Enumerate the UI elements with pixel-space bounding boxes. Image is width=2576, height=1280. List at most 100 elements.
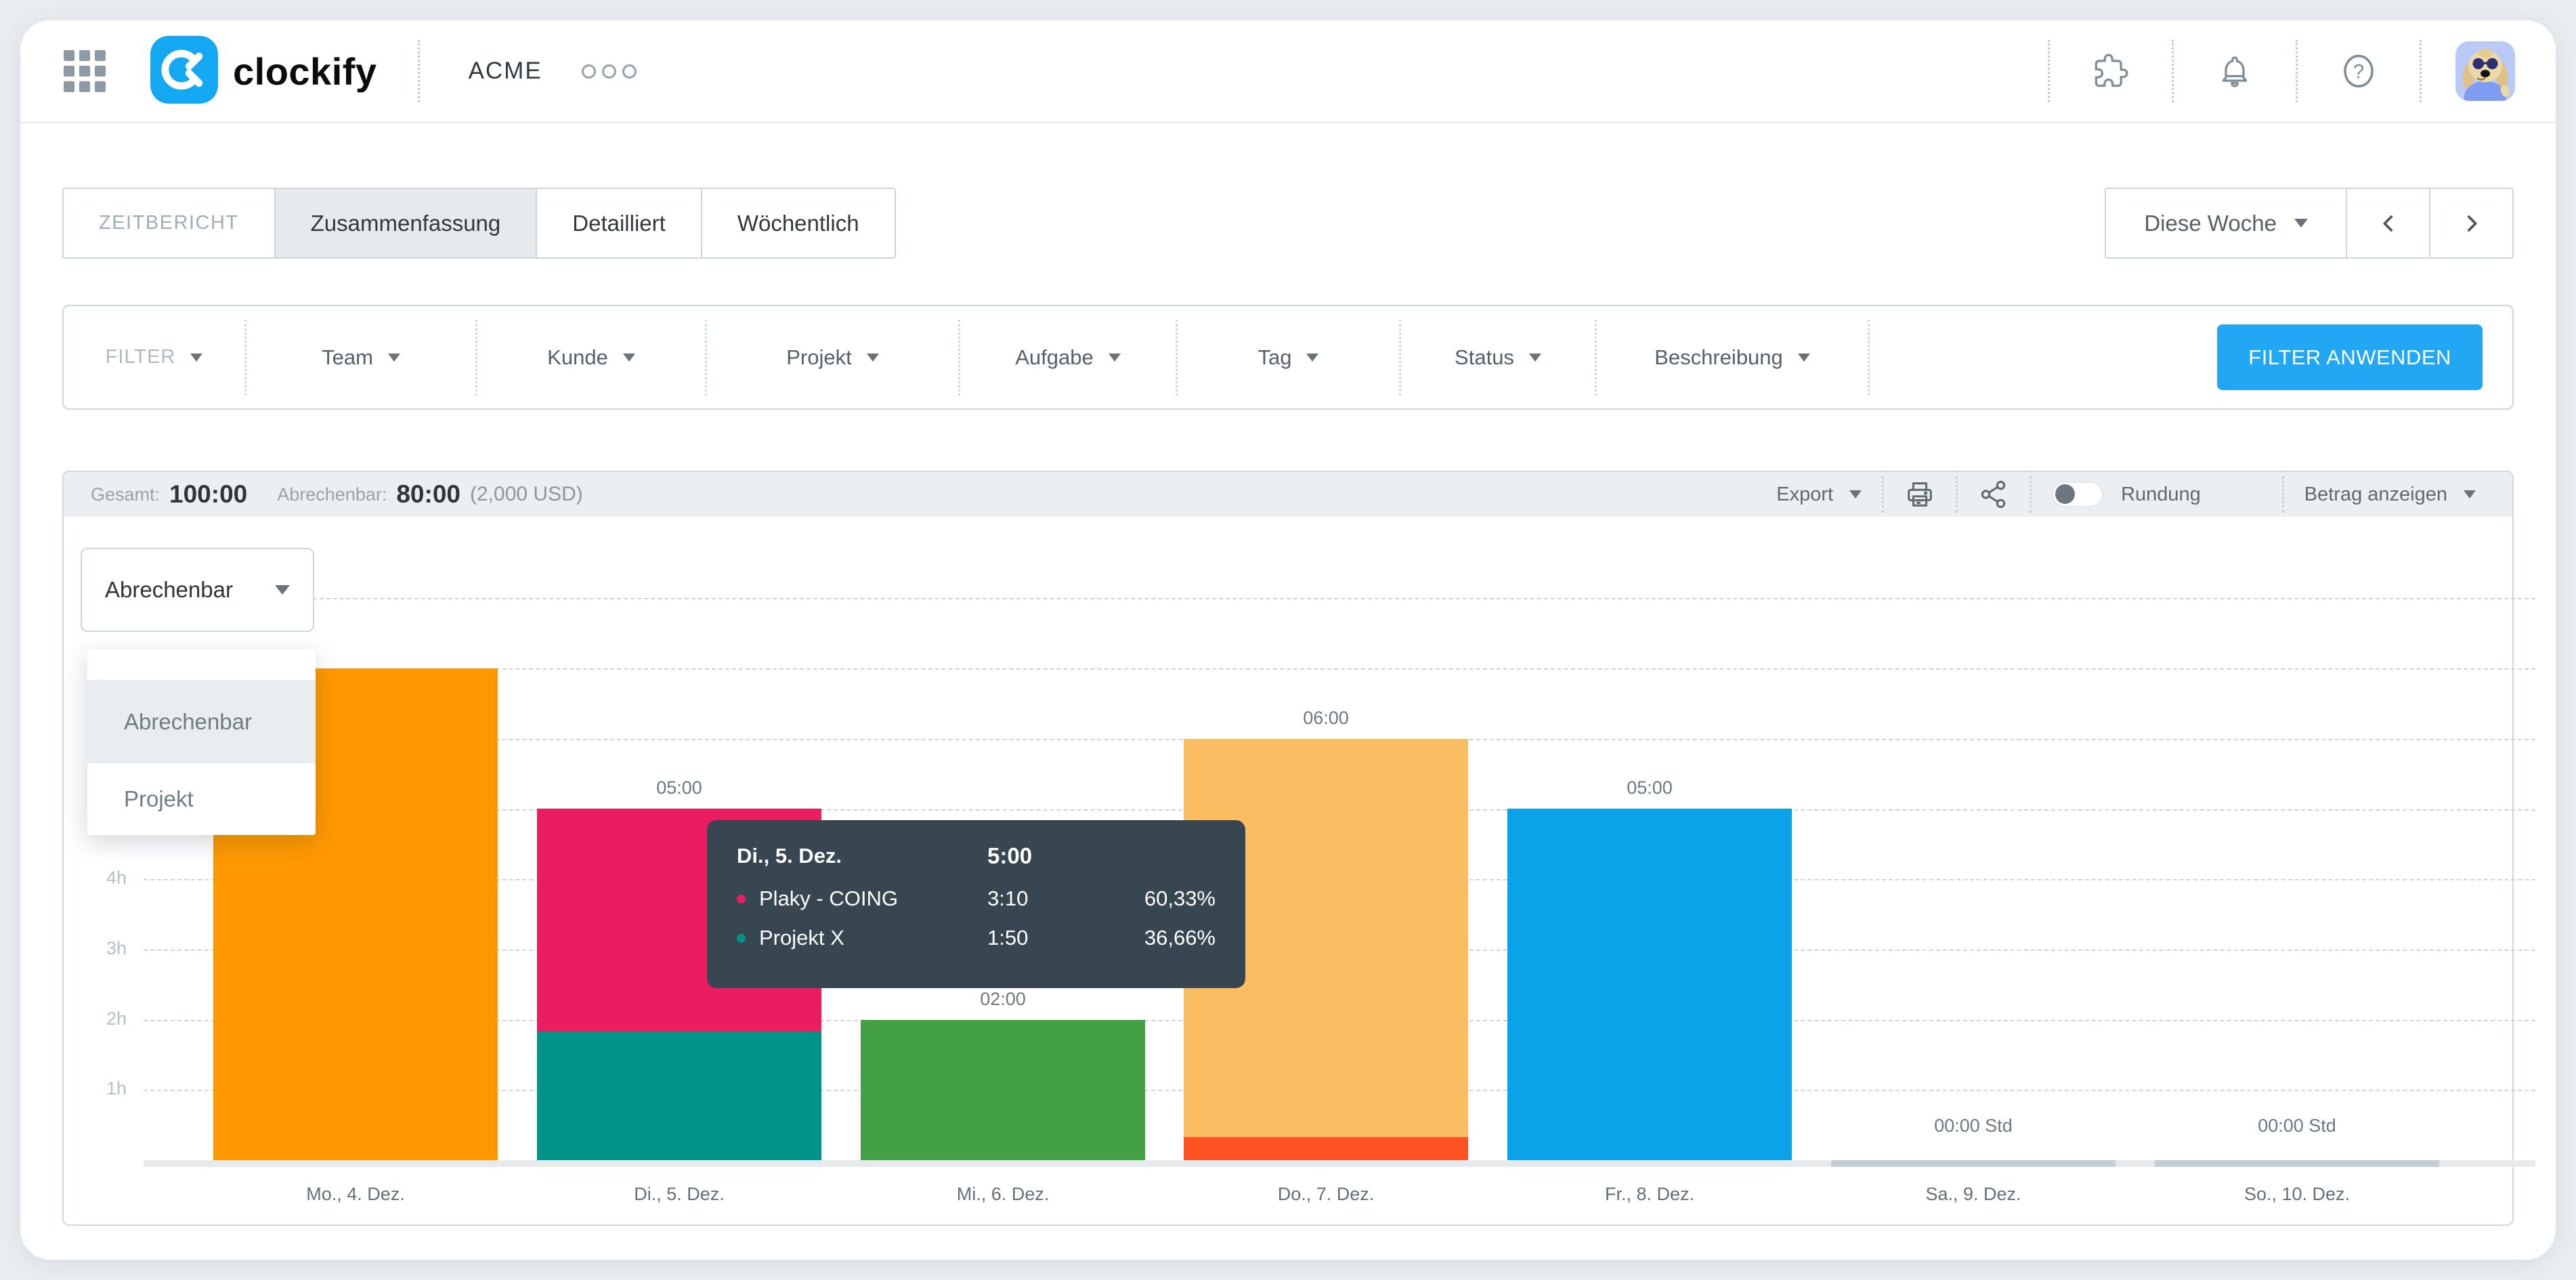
print-icon[interactable] <box>1904 479 1935 510</box>
bar-value-label: 06:00 <box>1251 708 1400 729</box>
toolbar-divider <box>1882 476 1884 513</box>
x-axis-label: Sa., 9. Dez. <box>1865 1184 2082 1205</box>
clockify-logo[interactable]: clockify <box>150 36 377 107</box>
notifications-bell-icon[interactable] <box>2174 54 2296 89</box>
clockify-logo-icon <box>150 36 218 107</box>
show-amount-select[interactable]: Betrag anzeigen <box>2304 484 2476 506</box>
report-tab-group: ZEITBERICHT Zusammenfassung Detailliert … <box>62 188 896 259</box>
bar-value-label: 02:00 <box>928 989 1077 1010</box>
chevron-down-icon <box>1529 354 1541 362</box>
bar-value-label: 00:00 Std <box>1899 1115 2048 1136</box>
tab-detailliert[interactable]: Detailliert <box>536 189 701 257</box>
toolbar-divider <box>2282 476 2284 513</box>
total-value: 100:00 <box>169 480 247 509</box>
zero-bar-marker <box>2155 1160 2439 1167</box>
x-axis-label: So., 10. Dez. <box>2189 1184 2405 1205</box>
bar-segment-Mi., 6. Dez.[interactable] <box>861 1020 1145 1160</box>
filter-status[interactable]: Status <box>1401 320 1597 396</box>
header-divider <box>418 40 420 102</box>
rounding-label: Rundung <box>2121 484 2201 506</box>
breakdown-option-abrechenbar[interactable]: Abrechenbar <box>87 680 316 763</box>
report-type-label: ZEITBERICHT <box>64 189 274 257</box>
chart-gridline <box>144 668 2535 670</box>
apply-filter-button[interactable]: FILTER ANWENDEN <box>2217 324 2483 390</box>
time-report-chart: Abrechenbar Abrechenbar Projekt Di., 5. … <box>64 517 2512 1207</box>
workspace-name[interactable]: ACME <box>469 58 542 85</box>
toolbar-divider <box>1956 476 1958 513</box>
tab-woechentlich[interactable]: Wöchentlich <box>701 189 895 257</box>
chevron-down-icon <box>867 354 879 362</box>
chevron-down-icon <box>2294 219 2308 228</box>
y-axis-label: 2h <box>64 1008 127 1029</box>
svg-text:?: ? <box>2353 61 2364 83</box>
series-dot <box>737 934 746 943</box>
summary-bar: Gesamt: 100:00 Abrechenbar: 80:00 (2,000… <box>64 472 2512 517</box>
bar-value-label: 05:00 <box>605 777 754 798</box>
y-axis-label: 1h <box>64 1078 127 1099</box>
top-bar: clockify ACME ? <box>20 20 2556 123</box>
bar-value-label: 05:00 <box>1575 777 1724 798</box>
toolbar-divider <box>2030 476 2032 513</box>
breakdown-menu: Abrechenbar Projekt <box>87 649 316 835</box>
x-axis-label: Mi., 6. Dez. <box>895 1184 1111 1205</box>
rounding-toggle[interactable]: Rundung <box>2052 482 2201 507</box>
chart-gridline <box>144 598 2535 599</box>
header-divider <box>2420 40 2422 102</box>
report-tabs-row: ZEITBERICHT Zusammenfassung Detailliert … <box>62 188 2514 259</box>
filter-aufgabe[interactable]: Aufgabe <box>960 320 1178 396</box>
tooltip-total: 5:00 <box>987 843 1123 869</box>
x-axis-label: Mo., 4. Dez. <box>247 1184 464 1205</box>
zero-bar-marker <box>1831 1160 2116 1167</box>
workspace-more-icon[interactable] <box>582 64 637 79</box>
x-axis-label: Fr., 8. Dez. <box>1541 1184 1758 1205</box>
total-label: Gesamt: <box>91 484 160 505</box>
filter-kunde[interactable]: Kunde <box>477 320 707 396</box>
chevron-down-icon <box>190 354 202 362</box>
breakdown-select[interactable]: Abrechenbar <box>81 548 314 632</box>
chevron-down-icon <box>388 354 400 362</box>
y-axis-label: 3h <box>64 938 127 959</box>
help-icon[interactable]: ? <box>2298 52 2420 90</box>
chevron-down-icon <box>1849 490 1862 498</box>
export-select[interactable]: Export <box>1776 484 1862 506</box>
filter-bar: FILTER Team Kunde Projekt Aufgabe Tag St… <box>62 305 2514 410</box>
period-select[interactable]: Diese Woche <box>2106 189 2346 257</box>
bar-value-label: 00:00 Std <box>2223 1115 2371 1136</box>
integrations-puzzle-icon[interactable] <box>2050 54 2172 89</box>
tooltip-date: Di., 5. Dez. <box>737 844 987 868</box>
tab-zusammenfassung[interactable]: Zusammenfassung <box>274 189 536 257</box>
tooltip-row-project: Plaky - COING <box>737 887 987 911</box>
chevron-down-icon <box>2464 490 2476 498</box>
tooltip-row-percent: 36,66% <box>1123 926 1216 950</box>
billable-value: 80:00 <box>396 480 460 509</box>
filter-projekt[interactable]: Projekt <box>707 320 960 396</box>
x-axis-label: Di., 5. Dez. <box>571 1184 788 1205</box>
chevron-down-icon <box>623 354 635 362</box>
period-prev-button[interactable] <box>2346 189 2429 257</box>
filter-team[interactable]: Team <box>246 320 477 396</box>
filter-beschreibung[interactable]: Beschreibung <box>1597 320 1870 396</box>
chevron-down-icon <box>275 585 290 595</box>
period-next-button[interactable] <box>2429 189 2512 257</box>
toggle-switch-off[interactable] <box>2052 482 2103 507</box>
share-icon[interactable] <box>1978 479 2009 510</box>
user-avatar[interactable] <box>2455 41 2515 101</box>
tooltip-row-time: 3:10 <box>987 887 1123 911</box>
apps-grid-icon[interactable] <box>64 50 106 92</box>
series-dot <box>737 895 746 903</box>
period-picker: Diese Woche <box>2105 188 2514 259</box>
filter-label[interactable]: FILTER <box>64 320 246 396</box>
y-axis-label: 4h <box>64 868 127 889</box>
bar-segment-Fr., 8. Dez.[interactable] <box>1507 809 1792 1160</box>
billable-amount: (2,000 USD) <box>470 483 583 506</box>
tooltip-row-time: 1:50 <box>987 926 1123 950</box>
clockify-wordmark: clockify <box>233 49 377 93</box>
bar-segment-Projekt X[interactable] <box>537 1031 821 1160</box>
x-axis-label: Do., 7. Dez. <box>1218 1184 1434 1205</box>
bar-segment-Do., 7. Dez.[interactable] <box>1184 1137 1468 1160</box>
app-window: clockify ACME ? <box>20 20 2556 1260</box>
chart-tooltip: Di., 5. Dez. 5:00 Plaky - COING 3:10 60,… <box>707 820 1245 988</box>
tooltip-row-percent: 60,33% <box>1123 887 1216 911</box>
breakdown-option-projekt[interactable]: Projekt <box>87 763 316 835</box>
filter-tag[interactable]: Tag <box>1178 320 1401 396</box>
